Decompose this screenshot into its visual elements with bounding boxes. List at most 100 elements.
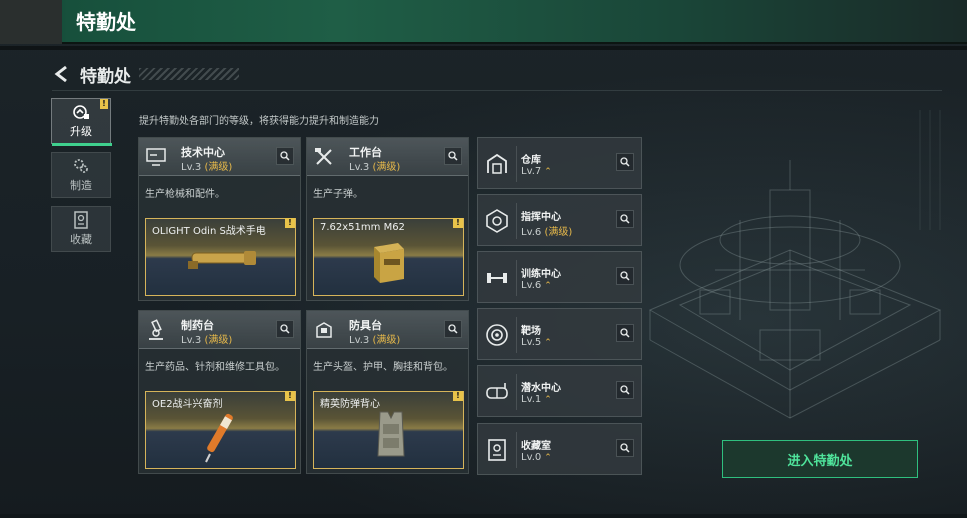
max-level-tag: (满级)	[372, 335, 401, 346]
back-arrow-icon[interactable]	[52, 64, 72, 84]
card-level: Lv.3 (满级)	[181, 158, 232, 173]
card-header: 防具台 Lv.3 (满级)	[307, 311, 468, 349]
upgrade-available-icon: ⌃	[544, 167, 552, 177]
separator	[516, 317, 517, 353]
card-description: 生产药品、针剂和维修工具包。	[145, 362, 285, 373]
diving-mask-icon	[486, 383, 508, 399]
armor-vest-item-icon	[377, 411, 405, 457]
department-card-tech-center[interactable]: 技术中心 Lv.3 (满级) 生产枪械和配件。 OLIGHT Odin S战术手…	[138, 137, 301, 301]
production-slot[interactable]: 7.62x51mm M62 !	[313, 218, 464, 296]
facility-level: Lv.7 ⌃	[521, 166, 552, 177]
slot-item-name: 7.62x51mm M62	[320, 222, 405, 233]
blueprint-building-illustration	[648, 110, 942, 419]
search-button[interactable]	[276, 147, 294, 165]
ammo-box-item-icon	[374, 243, 404, 283]
card-level: Lv.3 (满级)	[349, 158, 400, 173]
facility-item-diving-center[interactable]: 潜水中心 Lv.1 ⌃	[477, 365, 642, 417]
card-description: 生产子弹。	[313, 189, 363, 200]
slot-item-name: OLIGHT Odin S战术手电	[152, 226, 266, 237]
search-button[interactable]	[616, 267, 634, 285]
level-value: Lv.6	[521, 227, 542, 238]
armor-icon	[316, 322, 332, 338]
facility-name: 仓库	[521, 155, 541, 166]
magnifier-icon	[620, 443, 630, 453]
magnifier-icon	[280, 151, 290, 161]
enter-special-ops-button[interactable]: 进入特勤处	[722, 440, 918, 478]
facility-name: 靶场	[521, 326, 541, 337]
magnifier-icon	[620, 328, 630, 338]
separator	[516, 374, 517, 410]
magnifier-icon	[620, 271, 630, 281]
level-value: Lv.3	[349, 335, 370, 346]
tab-upgrade-label: 升级	[70, 125, 92, 138]
magnifier-icon	[620, 385, 630, 395]
card-level: Lv.3 (满级)	[349, 331, 400, 346]
title-stripes-decoration	[139, 68, 239, 80]
search-button[interactable]	[276, 320, 294, 338]
facility-item-command-center[interactable]: 指挥中心 Lv.6 (满级)	[477, 194, 642, 246]
upgrade-available-icon: ⌃	[544, 338, 552, 348]
dumbbell-icon	[487, 273, 507, 283]
card-level: Lv.3 (满级)	[181, 331, 232, 346]
upgrade-available-icon: ⌃	[544, 281, 552, 291]
facility-item-warehouse[interactable]: 仓库 Lv.7 ⌃	[477, 137, 642, 189]
department-card-armor-bench[interactable]: 防具台 Lv.3 (满级) 生产头盔、护甲、胸挂和背包。 精英防弹背心 !	[306, 310, 469, 474]
search-button[interactable]	[616, 153, 634, 171]
tab-alert-badge: !	[100, 99, 108, 109]
microscope-icon	[149, 319, 163, 340]
magnifier-icon	[620, 157, 630, 167]
max-level-tag: (满级)	[204, 162, 233, 173]
page-description: 提升特勤处各部门的等级，将获得能力提升和制造能力	[139, 116, 379, 127]
search-button[interactable]	[616, 324, 634, 342]
production-slot[interactable]: 精英防弹背心 !	[313, 391, 464, 469]
facility-item-collection-room[interactable]: 收藏室 Lv.0 ⌃	[477, 423, 642, 475]
bottom-stripe	[0, 514, 967, 518]
flashlight-item-icon	[188, 251, 256, 269]
search-button[interactable]	[616, 439, 634, 457]
max-level-tag: (满级)	[204, 335, 233, 346]
page-header: 特勤处	[52, 62, 239, 87]
command-icon	[486, 209, 508, 233]
facility-level: Lv.1 ⌃	[521, 394, 552, 405]
production-slot[interactable]: OLIGHT Odin S战术手电 !	[145, 218, 296, 296]
tab-upgrade[interactable]: ! 升级	[51, 98, 112, 146]
gears-icon	[74, 159, 88, 173]
facility-item-shooting-range[interactable]: 靶场 Lv.5 ⌃	[477, 308, 642, 360]
search-button[interactable]	[616, 381, 634, 399]
card-header: 技术中心 Lv.3 (满级)	[139, 138, 300, 176]
production-slot[interactable]: OE2战斗兴奋剂 !	[145, 391, 296, 469]
department-card-pharmacy[interactable]: 制药台 Lv.3 (满级) 生产药品、针剂和维修工具包。 OE2战斗兴奋剂 !	[138, 310, 301, 474]
level-value: Lv.6	[521, 280, 542, 291]
slot-alert-badge: !	[285, 218, 295, 228]
facility-level: Lv.0 ⌃	[521, 452, 552, 463]
level-value: Lv.3	[349, 162, 370, 173]
facility-name: 潜水中心	[521, 383, 561, 394]
department-card-workbench[interactable]: 工作台 Lv.3 (满级) 生产子弹。 7.62x51mm M62 !	[306, 137, 469, 301]
level-value: Lv.7	[521, 166, 542, 177]
slot-alert-badge: !	[453, 218, 463, 228]
collection-icon	[488, 439, 506, 461]
level-value: Lv.3	[181, 335, 202, 346]
level-value: Lv.1	[521, 394, 542, 405]
target-icon	[486, 324, 508, 346]
magnifier-icon	[620, 214, 630, 224]
top-bar: 特勤处	[0, 0, 967, 44]
tab-collection[interactable]: 收藏	[51, 206, 111, 252]
separator	[516, 260, 517, 296]
search-button[interactable]	[444, 320, 462, 338]
facility-level: Lv.6 ⌃	[521, 280, 552, 291]
monitor-icon	[146, 148, 166, 166]
search-button[interactable]	[444, 147, 462, 165]
max-level-tag: (满级)	[372, 162, 401, 173]
facility-item-training-center[interactable]: 训练中心 Lv.6 ⌃	[477, 251, 642, 303]
search-button[interactable]	[616, 210, 634, 228]
tools-icon	[315, 148, 332, 165]
card-header: 工作台 Lv.3 (满级)	[307, 138, 468, 176]
tab-craft[interactable]: 制造	[51, 152, 111, 198]
stimulant-injector-item-icon	[205, 413, 233, 463]
top-bar-left-block	[0, 0, 62, 44]
separator	[516, 432, 517, 468]
tab-collection-label: 收藏	[70, 233, 92, 246]
upgrade-available-icon: ⌃	[544, 395, 552, 405]
facility-level: Lv.5 ⌃	[521, 337, 552, 348]
